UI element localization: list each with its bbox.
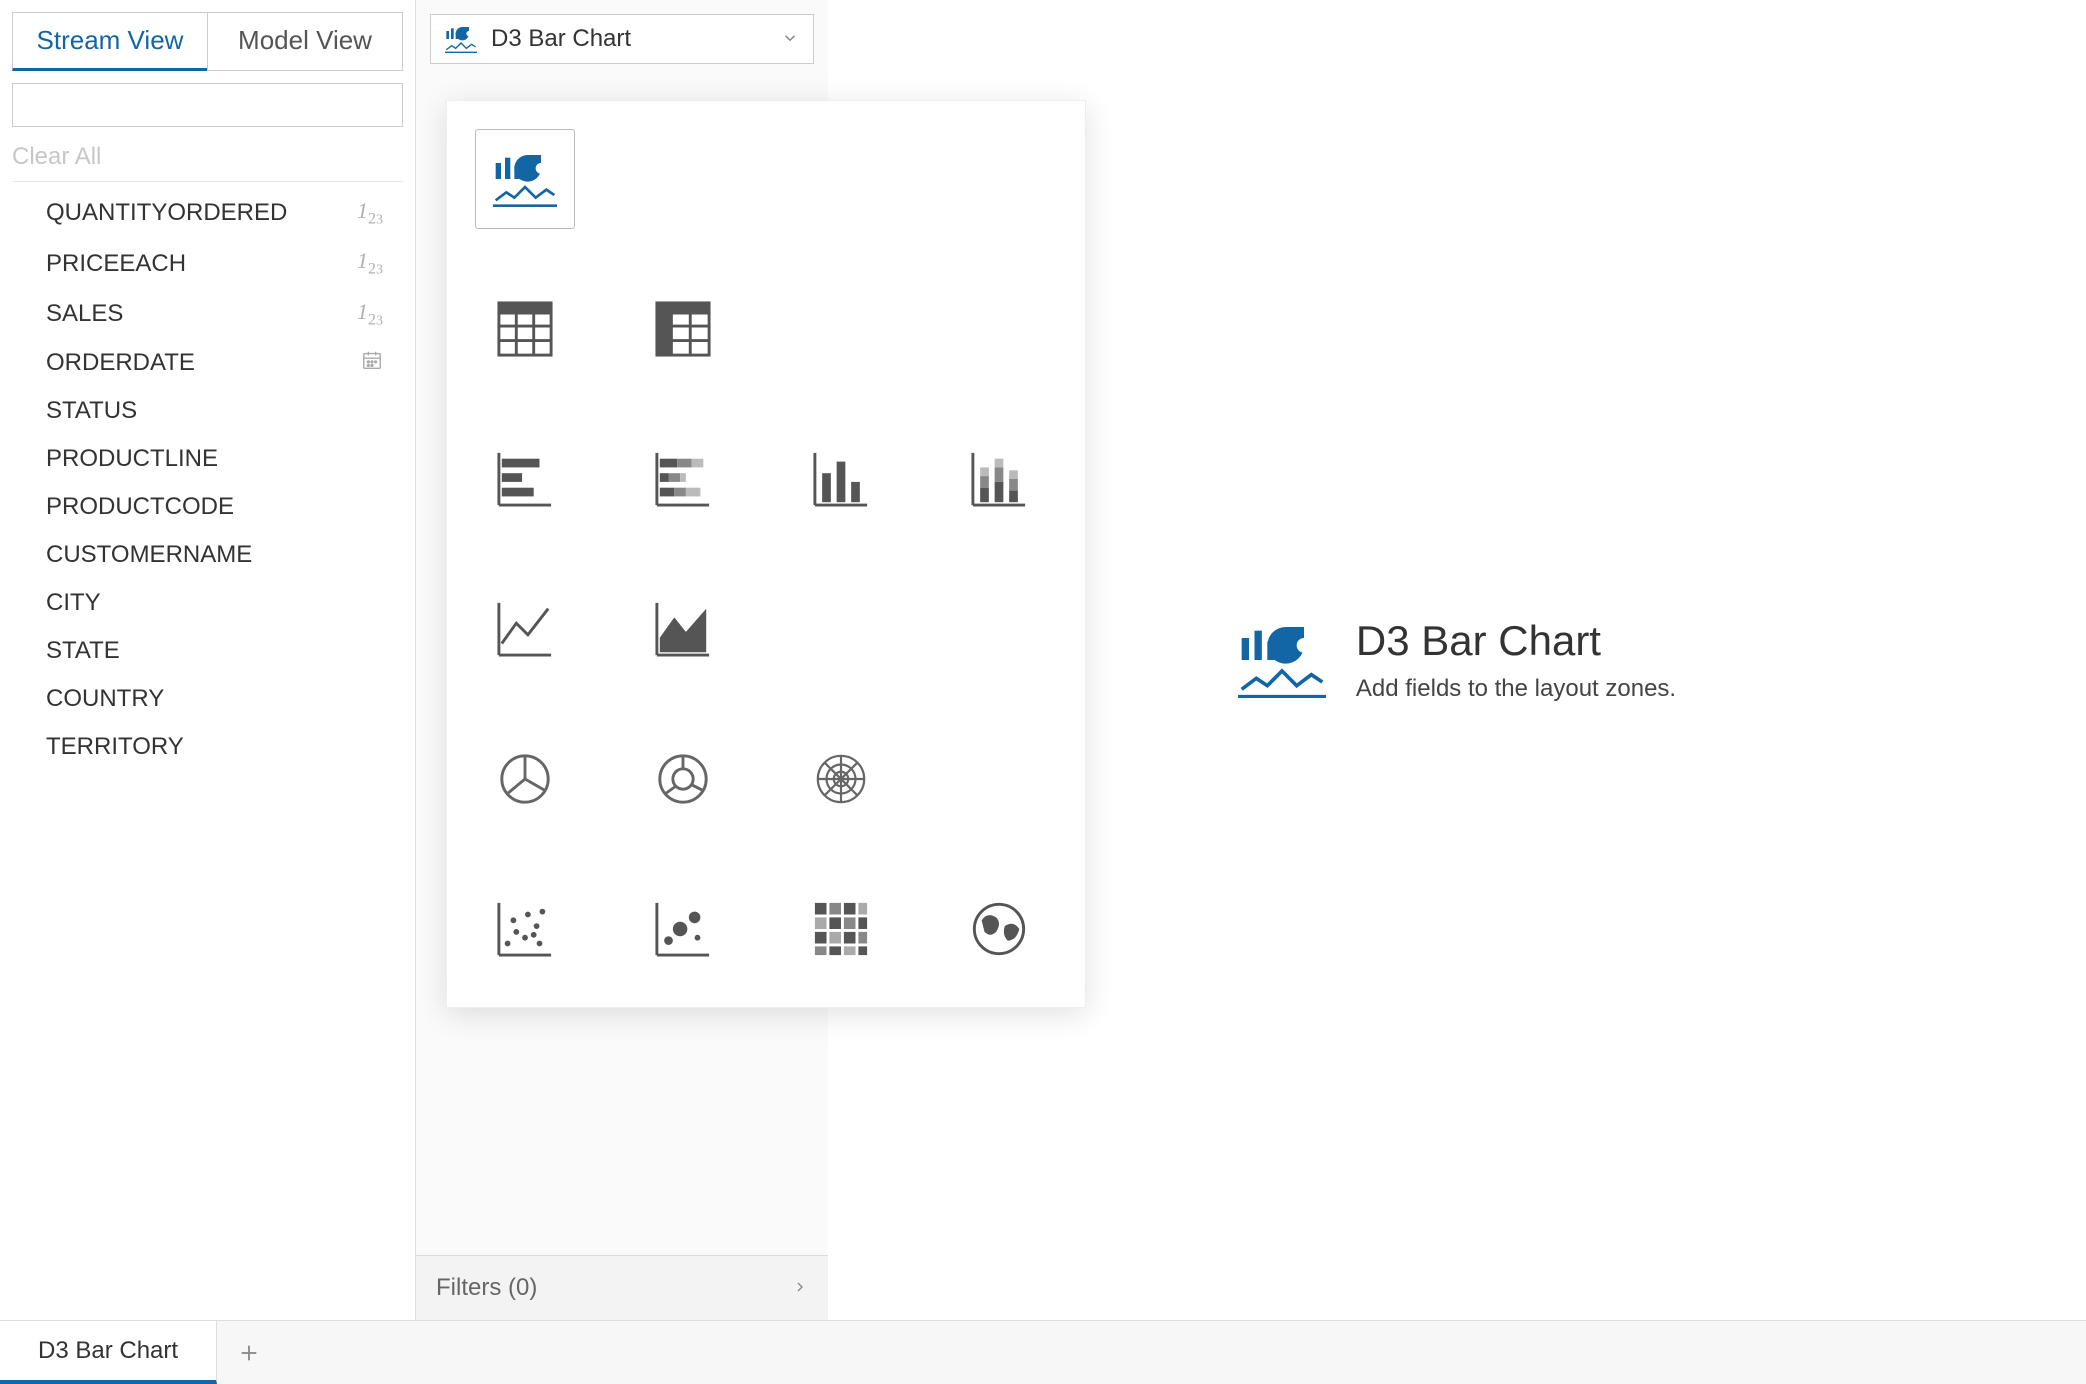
field-label: CITY — [46, 589, 101, 617]
field-label: PRICEEACH — [46, 250, 186, 278]
chart-option-sunburst[interactable] — [791, 729, 891, 829]
chevron-right-icon — [792, 1274, 808, 1302]
field-label: STATE — [46, 637, 120, 665]
field-type-icon: 123 — [357, 299, 403, 329]
field-type-icon: 123 — [357, 198, 403, 228]
chart-option-horizontal-bar[interactable] — [475, 429, 575, 529]
field-label: QUANTITYORDERED — [46, 199, 287, 227]
field-label: TERRITORY — [46, 733, 184, 761]
sheet-tab[interactable]: D3 Bar Chart — [0, 1321, 217, 1384]
field-label: PRODUCTCODE — [46, 493, 234, 521]
field-row[interactable]: STATE — [12, 627, 403, 675]
chart-option-vertical-bar[interactable] — [791, 429, 891, 529]
add-sheet-button[interactable] — [217, 1321, 281, 1384]
d3-combo-icon — [445, 25, 477, 53]
field-row[interactable]: COUNTRY — [12, 675, 403, 723]
chart-option-area[interactable] — [633, 579, 733, 679]
chart-option-table[interactable] — [475, 279, 575, 379]
chart-option-bubble[interactable] — [633, 879, 733, 979]
field-row[interactable]: PRODUCTCODE — [12, 483, 403, 531]
chart-option-geo[interactable] — [949, 879, 1049, 979]
field-row[interactable]: TERRITORY — [12, 723, 403, 771]
field-row[interactable]: STATUS — [12, 387, 403, 435]
field-label: CUSTOMERNAME — [46, 541, 252, 569]
field-row[interactable]: QUANTITYORDERED 123 — [12, 188, 403, 238]
clear-all-link[interactable]: Clear All — [0, 135, 415, 181]
view-tabs: Stream View Model View — [12, 12, 403, 71]
d3-combo-icon — [493, 151, 557, 207]
chart-type-dropdown — [446, 100, 1086, 1008]
field-row[interactable]: CITY — [12, 579, 403, 627]
chart-option-donut[interactable] — [633, 729, 733, 829]
chart-option-d3-combo[interactable] — [475, 129, 575, 229]
search-input[interactable] — [12, 83, 403, 127]
chart-option-pivot-table[interactable] — [633, 279, 733, 379]
field-label: STATUS — [46, 397, 137, 425]
field-label: COUNTRY — [46, 685, 164, 713]
canvas-title: D3 Bar Chart — [1356, 617, 1676, 665]
field-row[interactable]: PRICEEACH 123 — [12, 238, 403, 288]
chart-option-vertical-stacked-bar[interactable] — [949, 429, 1049, 529]
field-row[interactable]: PRODUCTLINE — [12, 435, 403, 483]
chart-option-horizontal-stacked-bar[interactable] — [633, 429, 733, 529]
chart-option-line[interactable] — [475, 579, 575, 679]
field-label: PRODUCTLINE — [46, 445, 218, 473]
d3-combo-icon — [1238, 622, 1326, 698]
fields-sidebar: Stream View Model View Clear All QUANTIT… — [0, 0, 416, 1320]
chart-type-label: D3 Bar Chart — [491, 25, 781, 53]
field-type-icon: 123 — [357, 248, 403, 278]
chart-option-heatmap[interactable] — [791, 879, 891, 979]
field-label: SALES — [46, 300, 123, 328]
field-type-icon — [361, 349, 403, 377]
canvas-subtitle: Add fields to the layout zones. — [1356, 675, 1676, 703]
chevron-down-icon — [781, 29, 799, 50]
field-row[interactable]: SALES 123 — [12, 289, 403, 339]
filters-label: Filters (0) — [436, 1274, 537, 1302]
field-row[interactable]: CUSTOMERNAME — [12, 531, 403, 579]
field-label: ORDERDATE — [46, 349, 195, 377]
field-row[interactable]: ORDERDATE — [12, 339, 403, 387]
filters-toggle[interactable]: Filters (0) — [416, 1255, 828, 1320]
tab-stream-view[interactable]: Stream View — [12, 12, 207, 71]
chart-type-selector[interactable]: D3 Bar Chart — [430, 14, 814, 64]
chart-option-pie[interactable] — [475, 729, 575, 829]
sheet-tabs: D3 Bar Chart — [0, 1320, 2086, 1384]
chart-option-scatter[interactable] — [475, 879, 575, 979]
tab-model-view[interactable]: Model View — [207, 12, 403, 71]
field-list: QUANTITYORDERED 123 PRICEEACH 123 SALES 123 OR… — [12, 181, 403, 771]
